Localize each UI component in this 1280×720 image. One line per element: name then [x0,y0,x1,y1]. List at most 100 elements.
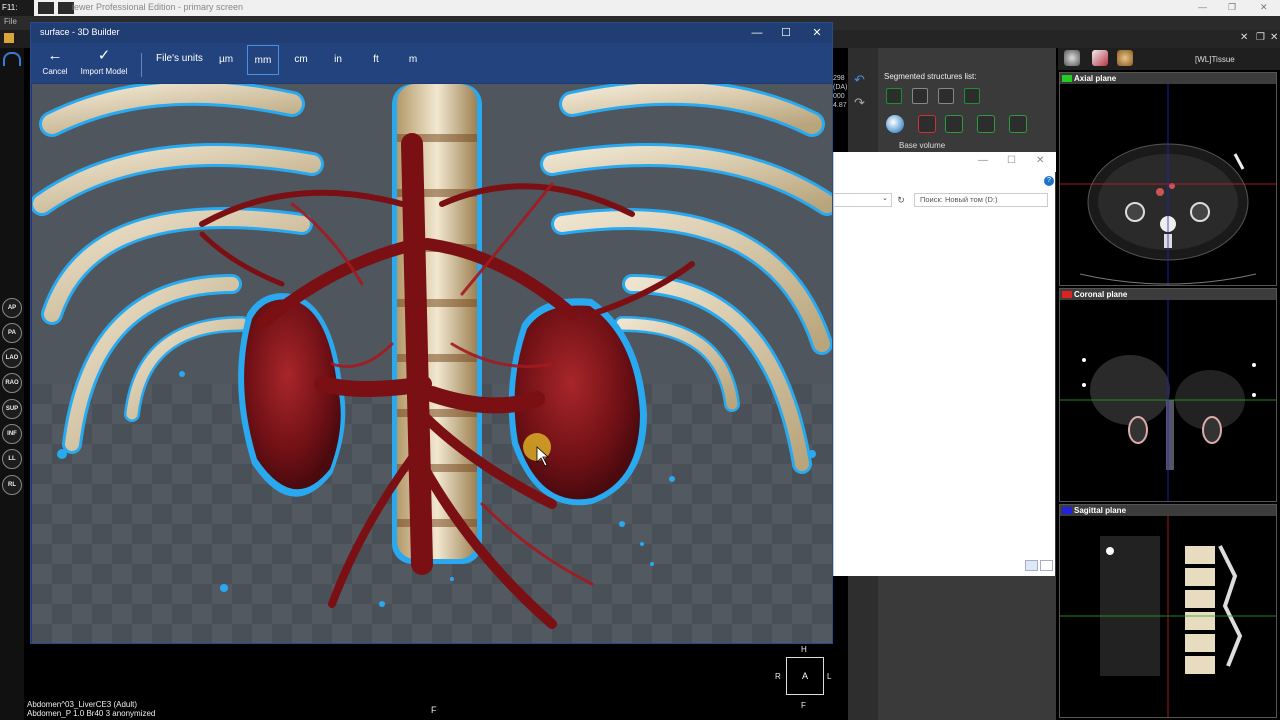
search-input[interactable]: Поиск: Новый том (D:) [914,193,1048,207]
builder-toolbar: ← Cancel ✓ Import Model [31,43,832,83]
segmented-list-label: Segmented structures list: [884,72,977,81]
import-model-button[interactable]: ✓ Import Model [77,47,131,77]
view-ll-button[interactable]: LL [2,449,22,469]
seg-copy-icon[interactable] [912,88,928,104]
orientation-cube[interactable]: A [786,657,824,695]
3d-builder-window: surface - 3D Builder — ☐ ✕ ← Cancel ✓ Im… [30,22,833,644]
seg-export-icon[interactable] [964,88,980,104]
builder-window-title: surface - 3D Builder [40,27,120,37]
unit-mm-button[interactable]: mm [247,45,279,75]
info-value: (DA) [833,84,848,91]
headphones-icon[interactable] [3,52,21,66]
cancel-label: Cancel [42,67,68,76]
view-ap-button[interactable]: AP [2,298,22,318]
orient-bottom-label: F [801,701,806,710]
sagittal-plane-panel[interactable]: Sagittal plane [1059,504,1277,718]
view-lao-button[interactable]: LAO [2,348,22,368]
maximize-icon[interactable]: ☐ [771,24,801,42]
stop-indicator[interactable]: F11: Stop [0,0,34,28]
host-titlebar: F11: Stop iewer Professional Edition - p… [0,0,1280,28]
3d-viewport[interactable] [32,84,832,643]
fd-close-icon[interactable]: ✕ [1036,155,1044,166]
undo-icon[interactable]: ↶ [854,72,865,88]
panel-close-icon-2[interactable]: ✕ [1270,32,1278,43]
bottom-orientation-label: F [431,705,437,715]
checkmark-icon: ✓ [97,47,111,64]
seg-edit-icon[interactable] [938,88,954,104]
sagittal-slice-image [1060,516,1276,717]
cancel-button[interactable]: ← Cancel [40,47,70,77]
orient-left-label: R [775,672,781,681]
study-description: Abdomen^03_LiverCE3 (Adult) [27,700,138,709]
tiles-view-icon[interactable] [1040,560,1053,571]
fd-minimize-icon[interactable]: — [978,155,988,166]
axial-plane-panel[interactable]: Axial plane [1059,72,1277,286]
view-sup-button[interactable]: SUP [2,399,22,419]
plane-title: Sagittal plane [1074,506,1127,515]
orient-right-label: L [827,672,832,681]
host-minimize-icon[interactable]: — [1198,2,1207,12]
info-value: 298 [833,75,845,82]
sphere-icon[interactable] [886,115,904,133]
seg-add-icon[interactable] [886,88,902,104]
coronal-slice-image [1060,300,1276,501]
host-right-toolbar: ✕ ❐ ✕ [832,30,1280,48]
help-icon[interactable]: ? [1044,176,1054,186]
redo-icon[interactable]: ↷ [854,95,865,111]
screen: F11: Stop iewer Professional Edition - p… [0,0,1280,720]
host-close-icon[interactable]: ✕ [1260,2,1268,13]
fd-maximize-icon[interactable]: ☐ [1007,155,1016,166]
file-dialog: — ☐ ✕ ? ⌄ ↻ Поиск: Новый том (D:) [833,152,1056,576]
plane-color-swatch [1062,75,1072,82]
chevron-down-icon: ⌄ [882,195,888,202]
axial-slice-image [1060,84,1276,285]
view-inf-button[interactable]: INF [2,424,22,444]
plane-title: Axial plane [1074,74,1117,83]
globe-icon[interactable] [1064,50,1080,66]
orient-center-label: A [801,671,808,681]
plane-color-swatch [1062,291,1072,298]
path-dropdown[interactable]: ⌄ [834,193,892,207]
anatomy-3d-render [32,84,832,643]
minimize-icon[interactable]: — [742,24,772,42]
unit-in-button[interactable]: in [322,45,354,75]
coronal-plane-panel[interactable]: Coronal plane [1059,288,1277,502]
builder-titlebar: surface - 3D Builder — ☐ ✕ [31,23,832,43]
panel-restore-icon[interactable]: ❐ [1256,32,1265,43]
seg-delete-icon[interactable] [918,115,936,133]
view-rao-button[interactable]: RAO [2,373,22,393]
host-restore-icon[interactable]: ❐ [1228,2,1236,13]
seg-merge-icon[interactable] [945,115,963,133]
unit-um-button[interactable]: µm [210,45,242,75]
info-value: 4.87 [833,102,847,109]
window-level-label[interactable]: [WL]Tissue [1195,55,1235,64]
plane-color-swatch [1062,507,1072,514]
plane-header: Sagittal plane [1060,505,1276,516]
plane-header: Axial plane [1060,73,1276,84]
toolbar-separator [141,53,142,77]
view-rl-button[interactable]: RL [2,475,22,495]
file-dialog-titlebar: — ☐ ✕ [834,152,1056,172]
back-arrow-icon: ← [47,47,63,64]
orient-top-label: H [801,645,807,654]
panel-close-icon[interactable]: ✕ [1240,32,1248,43]
unit-m-button[interactable]: m [397,45,429,75]
seg-import-icon[interactable] [977,115,995,133]
curve-icon[interactable] [1092,50,1108,66]
details-view-icon[interactable] [1025,560,1038,571]
series-description: Abdomen_P 1.0 Br40 3 anonymized [27,709,156,718]
seg-save-icon[interactable] [1009,115,1027,133]
menu-file[interactable]: File [4,17,17,26]
close-icon[interactable]: ✕ [802,24,832,42]
info-value: 000 [833,93,845,100]
view-pa-button[interactable]: PA [2,323,22,343]
unit-ft-button[interactable]: ft [360,45,392,75]
base-volume-item[interactable]: Base volume [899,141,945,150]
import-label: Import Model [80,67,128,76]
palette-icon[interactable] [1117,50,1133,66]
plane-header: Coronal plane [1060,289,1276,300]
folder-icon[interactable] [4,33,14,43]
unit-cm-button[interactable]: cm [285,45,317,75]
refresh-icon[interactable]: ↻ [894,193,908,207]
pause-icon[interactable] [38,2,54,14]
